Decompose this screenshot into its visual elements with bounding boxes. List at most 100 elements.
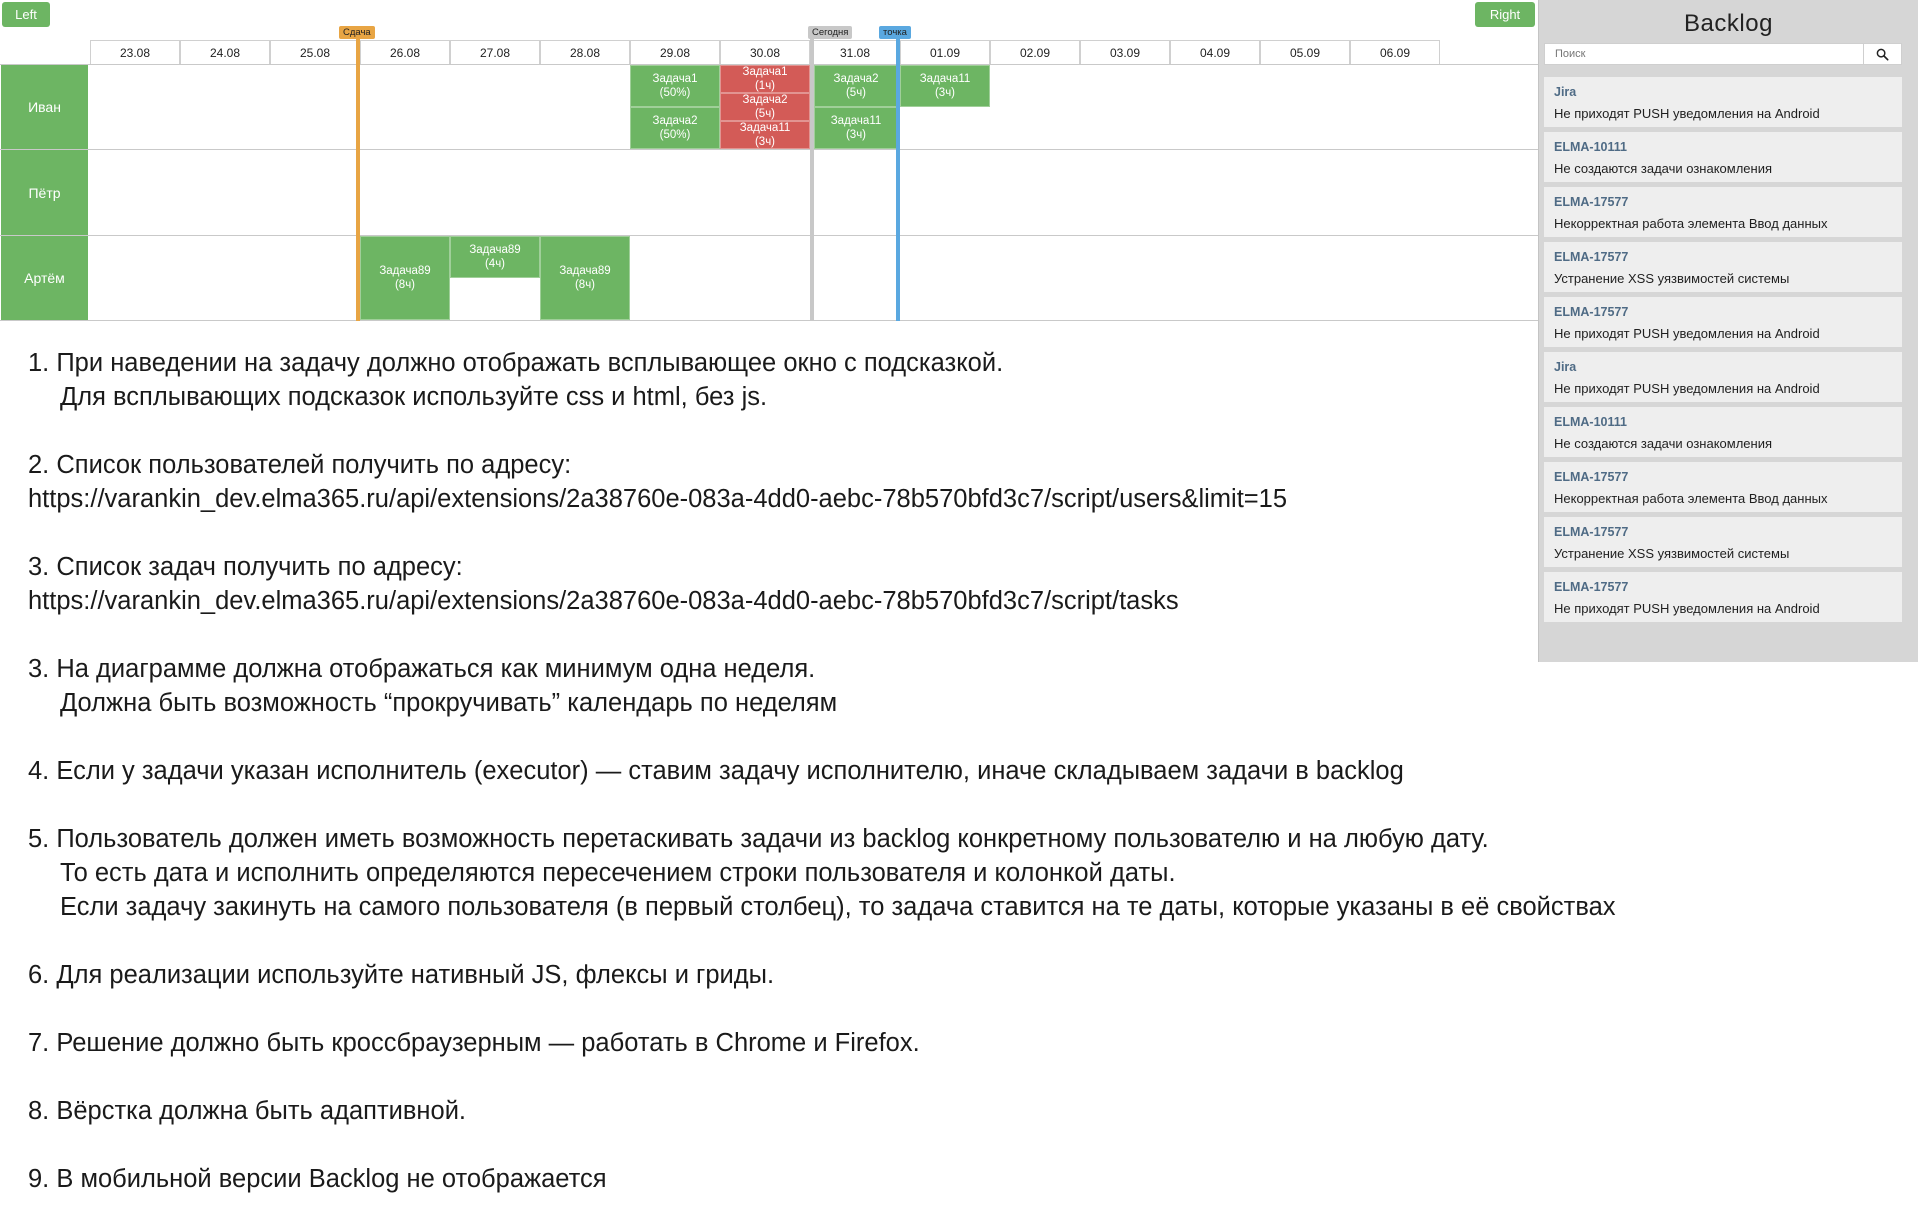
search-icon	[1876, 48, 1889, 61]
row-divider	[0, 235, 1538, 236]
task-card[interactable]: Задача1 (50%)	[630, 65, 720, 107]
requirement-item: 8. Вёрстка должна быть адаптивной.	[28, 1094, 1908, 1128]
backlog-item-title: Не создаются задачи ознакомления	[1554, 161, 1772, 176]
date-column: 01.09	[900, 40, 990, 64]
user-row-ivan[interactable]: Иван	[1, 65, 88, 149]
requirement-item: 3. Список задач получить по адресу: http…	[28, 550, 1908, 618]
date-column: 25.08	[270, 40, 360, 64]
deadline-marker: Сдача	[339, 26, 375, 39]
backlog-item-key: ELMA-17577	[1554, 305, 1629, 319]
requirement-line: 6. Для реализации используйте нативный J…	[28, 961, 775, 989]
task-detail: (8ч)	[394, 279, 416, 291]
task-detail: (5ч)	[845, 87, 867, 99]
backlog-item-key: ELMA-10111	[1554, 140, 1627, 154]
date-column: 05.09	[1260, 40, 1350, 64]
task-card[interactable]: Задача2 (5ч)	[720, 93, 810, 121]
backlog-item-key: Jira	[1554, 85, 1577, 99]
requirement-line: 7. Решение должно быть кроссбраузерным —…	[28, 1029, 920, 1057]
task-card[interactable]: Задача11 (3ч)	[720, 121, 810, 149]
task-card[interactable]: Задача11 (3ч)	[814, 107, 898, 149]
backlog-item-title: Не приходят PUSH уведомления на Android	[1554, 326, 1820, 341]
scroll-right-button[interactable]: Right	[1475, 2, 1535, 27]
date-column: 24.08	[180, 40, 270, 64]
task-detail: (8ч)	[574, 279, 596, 291]
backlog-title: Backlog	[1684, 10, 1773, 37]
task-name: Задача1	[652, 73, 698, 85]
backlog-item[interactable]: ELMA-17577 Некорректная работа элемента …	[1544, 187, 1902, 237]
backlog-item-title: Не приходят PUSH уведомления на Android	[1554, 106, 1820, 121]
requirement-line: 5. Пользователь должен иметь возможность…	[28, 825, 1489, 853]
gantt-chart: Left Right 23.08 24.08 25.08 26.08 27.08…	[0, 0, 1538, 322]
task-name: Задача2	[833, 73, 879, 85]
search-input[interactable]	[1544, 43, 1864, 65]
task-card[interactable]: Задача89 (8ч)	[540, 236, 630, 320]
task-name: Задача2	[652, 115, 698, 127]
task-detail: (50%)	[659, 129, 691, 141]
today-marker: Сегодня	[808, 26, 853, 39]
requirement-url: https://varankin_dev.elma365.ru/api/exte…	[28, 587, 1179, 615]
backlog-item-key: ELMA-17577	[1554, 250, 1629, 264]
requirement-line: 9. В мобильной версии Backlog не отображ…	[28, 1165, 607, 1193]
search-button[interactable]	[1864, 43, 1902, 65]
requirement-item: 2. Список пользователей получить по адре…	[28, 448, 1908, 516]
requirement-line: Если задачу закинуть на самого пользоват…	[60, 893, 1616, 921]
point-marker: точка	[879, 26, 911, 39]
date-column: 26.08	[360, 40, 450, 64]
requirement-item: 4. Если у задачи указан исполнитель (exe…	[28, 754, 1908, 788]
date-column: 29.08	[630, 40, 720, 64]
requirement-line: То есть дата и исполнить определяются пе…	[60, 859, 1176, 887]
today-line	[810, 32, 814, 321]
date-column: 31.08	[810, 40, 900, 64]
task-name: Задача11	[830, 115, 882, 127]
user-row-petr[interactable]: Пётр	[1, 150, 88, 235]
requirement-line: 2. Список пользователей получить по адре…	[28, 451, 572, 479]
backlog-item[interactable]: Jira Не приходят PUSH уведомления на And…	[1544, 77, 1902, 127]
requirement-item: 3. На диаграмме должна отображаться как …	[28, 652, 1908, 720]
row-divider	[0, 149, 1538, 150]
requirement-line: 1. При наведении на задачу должно отобра…	[28, 349, 1004, 377]
backlog-item-title: Некорректная работа элемента Ввод данных	[1554, 216, 1828, 231]
requirement-line: Должна быть возможность “прокручивать” к…	[60, 689, 838, 717]
task-name: Задача1	[742, 66, 788, 78]
task-name: Задача11	[919, 73, 971, 85]
task-card[interactable]: Задача89 (4ч)	[450, 236, 540, 278]
date-column: 02.09	[990, 40, 1080, 64]
requirement-item: 7. Решение должно быть кроссбраузерным —…	[28, 1026, 1908, 1060]
requirement-item: 6. Для реализации используйте нативный J…	[28, 958, 1908, 992]
date-column: 28.08	[540, 40, 630, 64]
requirement-line: 3. Список задач получить по адресу:	[28, 553, 463, 581]
task-card[interactable]: Задача11 (3ч)	[900, 65, 990, 107]
task-detail: (4ч)	[484, 258, 506, 270]
task-detail: (5ч)	[754, 108, 776, 120]
task-card[interactable]: Задача1 (1ч)	[720, 65, 810, 93]
requirement-item: 1. При наведении на задачу должно отобра…	[28, 346, 1908, 414]
task-card[interactable]: Задача2 (5ч)	[814, 65, 898, 107]
task-name: Задача89	[559, 265, 611, 277]
row-divider	[0, 320, 1538, 321]
date-column: 30.08	[720, 40, 810, 64]
backlog-item[interactable]: ELMA-17577 Устранение XSS уязвимостей си…	[1544, 242, 1902, 292]
task-name: Задача89	[379, 265, 431, 277]
task-card[interactable]: Задача2 (50%)	[630, 107, 720, 149]
user-row-artem[interactable]: Артём	[1, 236, 88, 320]
task-name: Задача89	[469, 244, 521, 256]
task-card[interactable]: Задача89 (8ч)	[360, 236, 450, 320]
date-column: 03.09	[1080, 40, 1170, 64]
requirement-line: 4. Если у задачи указан исполнитель (exe…	[28, 757, 1404, 785]
backlog-item-title: Устранение XSS уязвимостей системы	[1554, 271, 1790, 286]
backlog-item[interactable]: ELMA-10111 Не создаются задачи ознакомле…	[1544, 132, 1902, 182]
backlog-item[interactable]: ELMA-17577 Не приходят PUSH уведомления …	[1544, 297, 1902, 347]
scroll-left-button[interactable]: Left	[2, 2, 50, 27]
requirement-item: 5. Пользователь должен иметь возможность…	[28, 822, 1908, 924]
task-name: Задача11	[739, 122, 791, 134]
requirement-line: 3. На диаграмме должна отображаться как …	[28, 655, 816, 683]
date-column: 23.08	[90, 40, 180, 64]
requirement-url: https://varankin_dev.elma365.ru/api/exte…	[28, 485, 1288, 513]
requirement-line: 8. Вёрстка должна быть адаптивной.	[28, 1097, 467, 1125]
requirement-item: 9. В мобильной версии Backlog не отображ…	[28, 1162, 1908, 1196]
task-detail: (3ч)	[845, 129, 867, 141]
date-column: 06.09	[1350, 40, 1440, 64]
date-header: 23.08 24.08 25.08 26.08 27.08 28.08 29.0…	[90, 40, 1440, 64]
backlog-search	[1544, 43, 1902, 65]
point-line	[896, 32, 900, 321]
